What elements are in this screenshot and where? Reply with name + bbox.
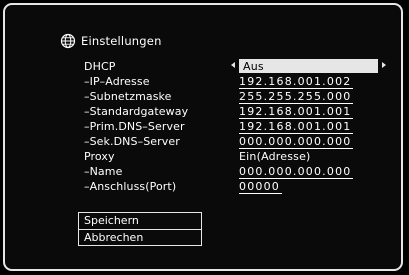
default-gateway-field[interactable]: 192.168.001.001: [239, 105, 354, 119]
page-title: Einstellungen: [81, 34, 162, 48]
save-button[interactable]: Speichern: [79, 213, 201, 229]
setting-label-primary-dns: –Prim.DNS–Server: [84, 120, 185, 133]
setting-label-proxy: Proxy: [84, 150, 115, 163]
cancel-button[interactable]: Abbrechen: [79, 229, 201, 245]
network-settings-screen: Einstellungen DHCP Aus –IP–Adresse 192.1…: [0, 0, 409, 275]
setting-label-default-gateway: –Standardgateway: [84, 105, 189, 118]
ip-address-field[interactable]: 192.168.001.002: [239, 75, 354, 89]
setting-label-proxy-name: –Name: [84, 165, 123, 178]
action-buttons: Speichern Abbrechen: [78, 212, 202, 246]
setting-label-subnet-mask: –Subnetzmaske: [84, 90, 172, 103]
setting-label-ip-address: –IP–Adresse: [84, 75, 150, 88]
setting-label-dhcp: DHCP: [84, 60, 116, 73]
subnet-mask-field[interactable]: 255.255.255.000: [239, 90, 354, 104]
primary-dns-field[interactable]: 192.168.001.001: [239, 120, 354, 134]
setting-label-secondary-dns: –Sek.DNS–Server: [84, 135, 180, 148]
setting-label-proxy-port: –Anschluss(Port): [84, 180, 177, 193]
globe-icon: [60, 33, 76, 49]
dhcp-value: Aus: [243, 60, 264, 73]
arrow-right-icon[interactable]: [382, 62, 386, 68]
dhcp-value-selector[interactable]: Aus: [231, 59, 386, 73]
arrow-left-icon[interactable]: [231, 62, 235, 68]
proxy-name-field[interactable]: 000.000.000.000: [239, 165, 354, 179]
secondary-dns-field[interactable]: 000.000.000.000: [239, 135, 354, 149]
proxy-port-field[interactable]: 00000: [239, 180, 282, 194]
proxy-value[interactable]: Ein(Adresse): [239, 150, 311, 164]
page-header: Einstellungen: [60, 31, 162, 51]
